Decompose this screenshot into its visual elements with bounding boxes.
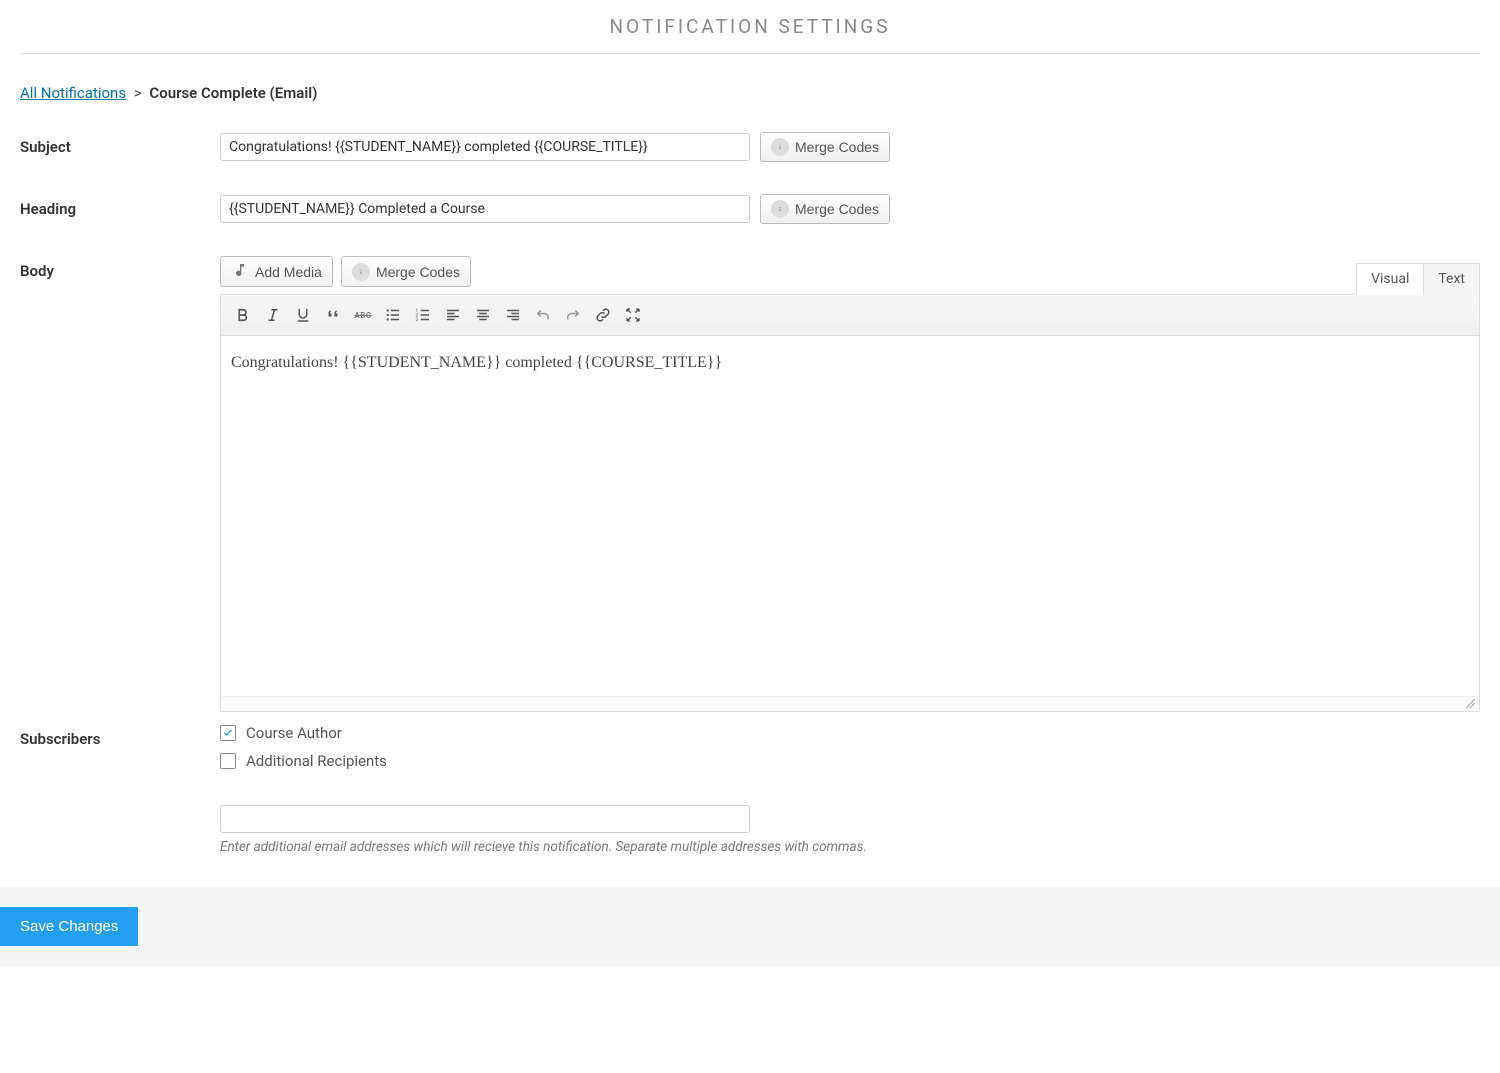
info-icon xyxy=(771,200,789,218)
breadcrumb-current: Course Complete (Email) xyxy=(149,84,317,102)
heading-input[interactable] xyxy=(220,195,750,223)
align-right-icon[interactable] xyxy=(499,301,527,329)
tab-visual[interactable]: Visual xyxy=(1356,263,1424,295)
recipients-help-text: Enter additional email addresses which w… xyxy=(220,839,1480,855)
breadcrumb-link-all-notifications[interactable]: All Notifications xyxy=(20,84,126,102)
link-icon[interactable] xyxy=(589,301,617,329)
merge-codes-button-subject[interactable]: Merge Codes xyxy=(760,132,890,162)
heading-label: Heading xyxy=(20,194,220,218)
editor-tabs: Visual Text xyxy=(1356,263,1480,295)
svg-text:3: 3 xyxy=(416,317,419,323)
align-center-icon[interactable] xyxy=(469,301,497,329)
additional-recipients-label: Additional Recipients xyxy=(246,752,387,770)
underline-icon[interactable] xyxy=(289,301,317,329)
body-label: Body xyxy=(20,256,220,280)
bullet-list-icon[interactable] xyxy=(379,301,407,329)
resize-handle[interactable] xyxy=(221,696,1479,711)
subject-label: Subject xyxy=(20,132,220,156)
strikethrough-icon[interactable]: ABC xyxy=(349,301,377,329)
check-icon xyxy=(222,727,234,739)
bold-icon[interactable] xyxy=(229,301,257,329)
merge-codes-label: Merge Codes xyxy=(795,139,879,155)
numbered-list-icon[interactable]: 123 xyxy=(409,301,437,329)
merge-codes-button-heading[interactable]: Merge Codes xyxy=(760,194,890,224)
breadcrumb-separator: > xyxy=(134,84,142,102)
page-title: NOTIFICATION SETTINGS xyxy=(20,0,1480,53)
music-note-icon xyxy=(231,262,249,281)
course-author-checkbox[interactable] xyxy=(220,725,236,741)
subscribers-label: Subscribers xyxy=(20,724,220,748)
additional-recipients-input[interactable] xyxy=(220,805,750,833)
breadcrumb: All Notifications > Course Complete (Ema… xyxy=(20,84,1480,102)
course-author-label: Course Author xyxy=(246,724,342,742)
subject-input[interactable] xyxy=(220,133,750,161)
info-icon xyxy=(352,263,370,281)
body-content-area[interactable]: Congratulations! {{STUDENT_NAME}} comple… xyxy=(221,336,1479,696)
fullscreen-icon[interactable] xyxy=(619,301,647,329)
italic-icon[interactable] xyxy=(259,301,287,329)
merge-codes-label: Merge Codes xyxy=(795,201,879,217)
add-media-button[interactable]: Add Media xyxy=(220,256,333,287)
merge-codes-label: Merge Codes xyxy=(376,264,460,280)
align-left-icon[interactable] xyxy=(439,301,467,329)
editor-toolbar: ABC 123 xyxy=(221,295,1479,336)
save-button[interactable]: Save Changes xyxy=(0,907,138,946)
blockquote-icon[interactable] xyxy=(319,301,347,329)
undo-icon[interactable] xyxy=(529,301,557,329)
additional-recipients-checkbox[interactable] xyxy=(220,753,236,769)
redo-icon[interactable] xyxy=(559,301,587,329)
merge-codes-button-body[interactable]: Merge Codes xyxy=(341,256,471,287)
rich-text-editor: ABC 123 Congratulations! {{STUDENT_NAME}… xyxy=(220,294,1480,712)
divider xyxy=(20,53,1480,54)
add-media-label: Add Media xyxy=(255,264,322,280)
footer: Save Changes xyxy=(0,887,1500,966)
info-icon xyxy=(771,138,789,156)
tab-text[interactable]: Text xyxy=(1423,263,1480,295)
